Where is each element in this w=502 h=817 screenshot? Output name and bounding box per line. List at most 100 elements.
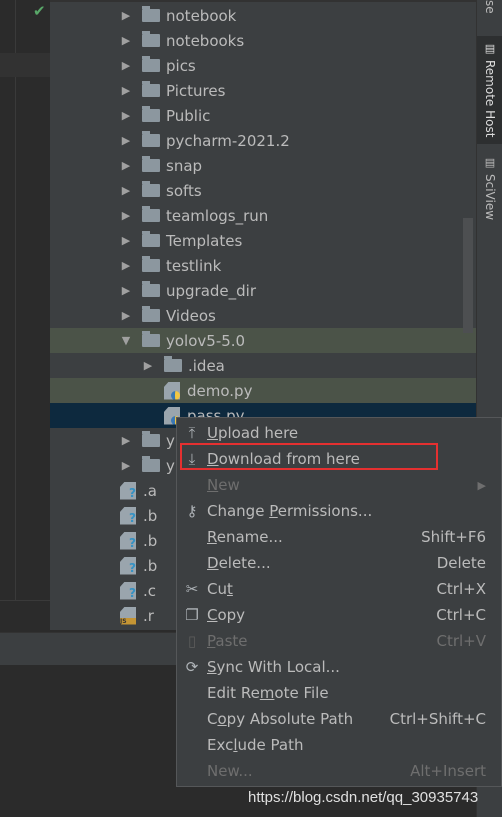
- menu-item[interactable]: ⤓ Download from here: [177, 446, 501, 472]
- chevron-right-icon[interactable]: ▶: [120, 209, 132, 222]
- tree-item[interactable]: ▶ upgrade_dir: [50, 278, 476, 303]
- chevron-right-icon[interactable]: ▶: [120, 459, 132, 472]
- menu-item-label: Exclude Path: [207, 736, 304, 754]
- tree-item[interactable]: ▶ Templates: [50, 228, 476, 253]
- folder-icon: [142, 181, 160, 197]
- submenu-arrow-icon: ▶: [477, 478, 486, 492]
- shortcut: Ctrl+X: [436, 580, 486, 598]
- menu-item[interactable]: ⤒ Upload here: [177, 420, 501, 446]
- chevron-right-icon[interactable]: ▶: [120, 34, 132, 47]
- tree-item[interactable]: ▼ yolov5-5.0: [50, 328, 476, 353]
- tool-window-tab[interactable]: se: [477, 0, 502, 20]
- tree-item-label: .b: [143, 531, 158, 550]
- scissors-icon: ✂: [185, 580, 199, 598]
- menu-item[interactable]: ⟳ Sync With Local...: [177, 654, 501, 680]
- tree-scrollbar[interactable]: [463, 218, 473, 333]
- context-menu: ⤒ Upload here ⤓ Download from here New ▶ ⚷ Chan…: [176, 417, 502, 787]
- chevron-right-icon[interactable]: ▶: [142, 359, 154, 372]
- folder-icon: [142, 256, 160, 272]
- menu-item-label: Copy: [207, 606, 246, 624]
- unknown-file-icon: ?: [120, 506, 136, 525]
- chevron-right-icon[interactable]: ▶: [120, 9, 132, 22]
- chevron-down-icon[interactable]: ▼: [120, 334, 132, 347]
- menu-item[interactable]: ❐ Copy Ctrl+C: [177, 602, 501, 628]
- menu-item[interactable]: ✂ Cut Ctrl+X: [177, 576, 501, 602]
- tree-item[interactable]: ▶ notebook: [50, 3, 476, 28]
- tree-item-label: demo.py: [187, 381, 253, 400]
- tree-item[interactable]: ▶ teamlogs_run: [50, 203, 476, 228]
- chevron-right-icon[interactable]: ▶: [120, 284, 132, 297]
- shortcut: Alt+Insert: [410, 762, 486, 780]
- shortcut: Shift+F6: [421, 528, 486, 546]
- tree-item-label: Public: [166, 106, 211, 125]
- tree-item-label: yolov5-5.0: [166, 331, 246, 350]
- chevron-right-icon[interactable]: ▶: [120, 59, 132, 72]
- tree-item[interactable]: demo.py: [50, 378, 476, 403]
- menu-item[interactable]: Delete... Delete: [177, 550, 501, 576]
- left-panel: ✔: [0, 0, 50, 630]
- tree-item[interactable]: ▶ snap: [50, 153, 476, 178]
- menu-item[interactable]: New... Alt+Insert: [177, 758, 501, 784]
- chevron-right-icon[interactable]: ▶: [120, 159, 132, 172]
- chevron-right-icon[interactable]: ▶: [120, 259, 132, 272]
- folder-icon: [142, 131, 160, 147]
- chevron-right-icon[interactable]: ▶: [120, 309, 132, 322]
- tree-item[interactable]: ▶ Public: [50, 103, 476, 128]
- unknown-file-icon: ?: [120, 531, 136, 550]
- menu-item-label: Delete...: [207, 554, 271, 572]
- folder-icon: [142, 431, 160, 447]
- chevron-right-icon[interactable]: ▶: [120, 234, 132, 247]
- menu-item[interactable]: Edit Remote File: [177, 680, 501, 706]
- unknown-file-icon: ?: [120, 481, 136, 500]
- tree-item[interactable]: ▶ Pictures: [50, 78, 476, 103]
- tree-item[interactable]: ▶ softs: [50, 178, 476, 203]
- folder-icon: [142, 6, 160, 22]
- tool-window-tab[interactable]: ▤ SciView: [477, 150, 502, 250]
- tree-item-label: pics: [166, 56, 196, 75]
- upload-icon: ⤒: [188, 424, 196, 442]
- shortcut: Delete: [436, 554, 486, 572]
- folder-icon: [142, 206, 160, 222]
- tree-item-label: .b: [143, 556, 158, 575]
- menu-item[interactable]: Exclude Path: [177, 732, 501, 758]
- tree-item-label: .r: [143, 606, 154, 625]
- tree-item[interactable]: ▶ .idea: [50, 353, 476, 378]
- chevron-right-icon[interactable]: ▶: [120, 434, 132, 447]
- tree-item[interactable]: ▶ notebooks: [50, 28, 476, 53]
- tree-item-label: notebooks: [166, 31, 245, 50]
- tree-item[interactable]: ▶ Videos: [50, 303, 476, 328]
- folder-icon: [142, 56, 160, 72]
- tree-item-label: pycharm-2021.2: [166, 131, 290, 150]
- tree-item-label: teamlogs_run: [166, 206, 269, 225]
- tree-item[interactable]: ▶ pycharm-2021.2: [50, 128, 476, 153]
- menu-item-label: Copy Absolute Path: [207, 710, 354, 728]
- tree-item-label: softs: [166, 181, 202, 200]
- menu-item-label: New...: [207, 762, 253, 780]
- chevron-right-icon[interactable]: ▶: [120, 134, 132, 147]
- chevron-right-icon[interactable]: ▶: [120, 184, 132, 197]
- menu-item[interactable]: ⚷ Change Permissions...: [177, 498, 501, 524]
- folder-icon: [142, 81, 160, 97]
- sync-icon: ⟳: [185, 658, 199, 676]
- menu-item-label: Edit Remote File: [207, 684, 329, 702]
- folder-icon: [142, 106, 160, 122]
- shortcut: Ctrl+C: [436, 606, 486, 624]
- check-icon: ✔: [33, 2, 46, 20]
- watermark: https://blog.csdn.net/qq_30935743: [248, 789, 479, 806]
- tree-item[interactable]: ▶ testlink: [50, 253, 476, 278]
- key-icon: ⚷: [186, 502, 198, 520]
- tree-item-label: notebook: [166, 6, 237, 25]
- tree-item-label: .c: [143, 581, 157, 600]
- tree-item-label: Pictures: [166, 81, 226, 100]
- tool-window-tab[interactable]: ▤ Remote Host: [477, 36, 502, 144]
- tree-item-label: y: [166, 456, 175, 475]
- chevron-right-icon[interactable]: ▶: [120, 109, 132, 122]
- folder-icon: [142, 331, 160, 347]
- menu-item[interactable]: ▯ Paste Ctrl+V: [177, 628, 501, 654]
- menu-item[interactable]: New ▶: [177, 472, 501, 498]
- tree-item[interactable]: ▶ pics: [50, 53, 476, 78]
- chevron-right-icon[interactable]: ▶: [120, 84, 132, 97]
- menu-item-label: Upload here: [207, 424, 299, 442]
- menu-item[interactable]: Rename... Shift+F6: [177, 524, 501, 550]
- menu-item[interactable]: Copy Absolute Path Ctrl+Shift+C: [177, 706, 501, 732]
